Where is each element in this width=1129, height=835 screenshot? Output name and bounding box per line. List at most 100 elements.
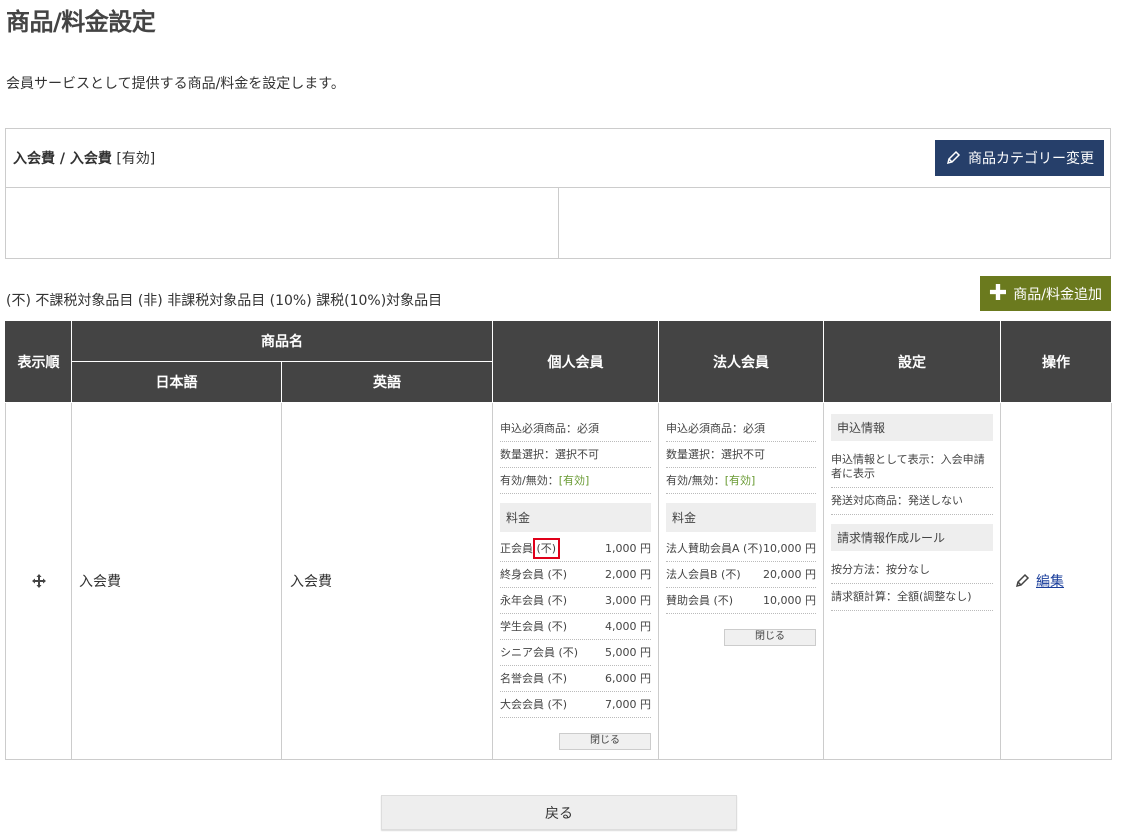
header-corporate: 法人会員 <box>658 320 824 403</box>
price-plan-name: 学生会員 <box>500 620 544 633</box>
price-amount: 1,000 円 <box>605 542 651 555</box>
application-section: 申込情報 <box>831 414 993 441</box>
plus-icon: ✚ <box>988 280 1008 306</box>
price-name: 名誉会員 (不) <box>500 672 567 685</box>
individual-valid-label: 有効/無効： <box>500 474 559 487</box>
price-amount: 7,000 円 <box>605 698 651 711</box>
price-plan-name: 賛助会員 <box>666 594 710 607</box>
individual-price-list: 正会員 (不) 1,000 円終身会員 (不) 2,000 円永年会員 (不) 3,0… <box>500 536 651 718</box>
tax-badge: (不) <box>713 594 734 607</box>
change-category-label: 商品カテゴリー変更 <box>968 151 1094 167</box>
price-amount: 6,000 円 <box>605 672 651 685</box>
allocation-setting: 按分方法：按分なし <box>831 557 993 584</box>
pencil-icon <box>946 150 961 165</box>
price-row: 名誉会員 (不) 6,000 円 <box>500 666 651 692</box>
price-amount: 5,000 円 <box>605 646 651 659</box>
change-category-button[interactable]: 商品カテゴリー変更 <box>935 140 1104 176</box>
price-amount: 3,000 円 <box>605 594 651 607</box>
category-header: 入会費 / 入会費 [有効] 商品カテゴリー変更 <box>6 129 1110 188</box>
price-plan-name: 大会会員 <box>500 698 544 711</box>
corporate-valid-value: [有効] <box>724 474 756 487</box>
tax-badge: (不) <box>532 538 561 559</box>
settings-details: 申込情報 申込情報として表示：入会申請者に表示 発送対応商品：発送しない 請求情… <box>825 404 999 611</box>
price-name: シニア会員 (不) <box>500 646 578 659</box>
corporate-cell: 申込必須商品：必須 数量選択：選択不可 有効/無効：[有効] 料金 法人賛助会員… <box>658 402 824 760</box>
price-name: 永年会員 (不) <box>500 594 567 607</box>
billing-calc-setting: 請求額計算：全額(調整なし) <box>831 584 993 611</box>
individual-valid-value: [有効] <box>558 474 590 487</box>
tax-badge: (不) <box>547 698 568 711</box>
price-row: 賛助会員 (不) 10,000 円 <box>666 588 816 614</box>
tax-badge: (不) <box>721 568 741 581</box>
header-order: 表示順 <box>5 320 72 403</box>
category-panel: 入会費 / 入会費 [有効] 商品カテゴリー変更 <box>5 128 1111 259</box>
tax-legend: (不) 不課税対象品目 (非) 非課税対象品目 (10%) 課税(10%)対象品… <box>6 293 443 309</box>
corporate-valid: 有効/無効：[有効] <box>666 468 816 494</box>
tax-badge: (不) <box>547 594 568 607</box>
price-amount: 10,000 円 <box>763 594 816 607</box>
price-row: 終身会員 (不) 2,000 円 <box>500 562 651 588</box>
price-name: 法人会員B (不) <box>666 568 741 581</box>
order-cell <box>5 402 72 760</box>
category-name: 入会費 / 入会費 <box>13 151 112 167</box>
individual-required: 申込必須商品：必須 <box>500 416 651 442</box>
individual-cell: 申込必須商品：必須 数量選択：選択不可 有効/無効：[有効] 料金 正会員 (不… <box>492 402 659 760</box>
price-amount: 2,000 円 <box>605 568 651 581</box>
price-plan-name: シニア会員 <box>500 646 555 659</box>
individual-valid: 有効/無効：[有効] <box>500 468 651 494</box>
application-display: 申込情報として表示：入会申請者に表示 <box>831 447 993 488</box>
individual-quantity: 数量選択：選択不可 <box>500 442 651 468</box>
price-name: 賛助会員 (不) <box>666 594 733 607</box>
name-ja-cell: 入会費 <box>71 402 282 760</box>
header-japanese: 日本語 <box>71 361 282 403</box>
category-status: [有効] <box>116 151 156 167</box>
tax-badge: (不) <box>558 646 579 659</box>
page-title: 商品/料金設定 <box>6 8 156 36</box>
price-plan-name: 法人会員B <box>666 568 718 581</box>
price-plan-name: 終身会員 <box>500 568 544 581</box>
edit-link[interactable]: 編集 <box>1036 571 1064 591</box>
price-row: 法人賛助会員A (不) 10,000 円 <box>666 536 816 562</box>
price-name: 学生会員 (不) <box>500 620 567 633</box>
add-product-label: 商品/料金追加 <box>1013 286 1102 303</box>
back-button[interactable]: 戻る <box>381 795 737 830</box>
price-plan-name: 名誉会員 <box>500 672 544 685</box>
price-plan-name: 法人賛助会員A <box>666 542 740 555</box>
individual-price-section: 料金 <box>500 503 651 532</box>
price-name: 法人賛助会員A (不) <box>666 542 763 555</box>
price-name: 終身会員 (不) <box>500 568 567 581</box>
shipping-setting: 発送対応商品：発送しない <box>831 488 993 515</box>
header-product-name: 商品名 <box>71 320 493 362</box>
category-title: 入会費 / 入会費 [有効] <box>13 148 155 168</box>
corporate-price-list: 法人賛助会員A (不) 10,000 円法人会員B (不) 20,000 円賛助会員… <box>666 536 816 614</box>
header-settings: 設定 <box>823 320 1001 403</box>
price-plan-name: 正会員 <box>500 542 533 555</box>
category-body-right <box>559 188 1110 259</box>
corporate-close-button[interactable]: 閉じる <box>724 629 816 646</box>
settings-cell: 申込情報 申込情報として表示：入会申請者に表示 発送対応商品：発送しない 請求情… <box>823 402 1001 760</box>
corporate-details: 申込必須商品：必須 数量選択：選択不可 有効/無効：[有効] 料金 法人賛助会員… <box>660 404 822 646</box>
category-body <box>6 188 1110 259</box>
products-table: 表示順 商品名 個人会員 法人会員 設定 操作 日本語 英語 入会費 入会費 申… <box>5 320 1112 760</box>
page-description: 会員サービスとして提供する商品/料金を設定します。 <box>6 76 345 92</box>
tax-badge: (不) <box>547 568 568 581</box>
add-product-button[interactable]: ✚ 商品/料金追加 <box>979 276 1111 311</box>
price-name: 大会会員 (不) <box>500 698 567 711</box>
price-name: 正会員 (不) <box>500 538 561 559</box>
category-body-left <box>6 188 559 259</box>
edit-action: 編集 <box>1002 571 1110 591</box>
price-row: 大会会員 (不) 7,000 円 <box>500 692 651 718</box>
price-row: シニア会員 (不) 5,000 円 <box>500 640 651 666</box>
move-handle-icon[interactable] <box>31 574 46 588</box>
price-row: 永年会員 (不) 3,000 円 <box>500 588 651 614</box>
actions-cell: 編集 <box>1000 402 1112 760</box>
price-amount: 4,000 円 <box>605 620 651 633</box>
price-row: 学生会員 (不) 4,000 円 <box>500 614 651 640</box>
tax-badge: (不) <box>547 672 568 685</box>
corporate-quantity: 数量選択：選択不可 <box>666 442 816 468</box>
name-en-cell: 入会費 <box>281 402 493 760</box>
header-english: 英語 <box>281 361 493 403</box>
individual-close-button[interactable]: 閉じる <box>559 733 651 750</box>
corporate-price-section: 料金 <box>666 503 816 532</box>
pencil-icon <box>1015 573 1030 588</box>
